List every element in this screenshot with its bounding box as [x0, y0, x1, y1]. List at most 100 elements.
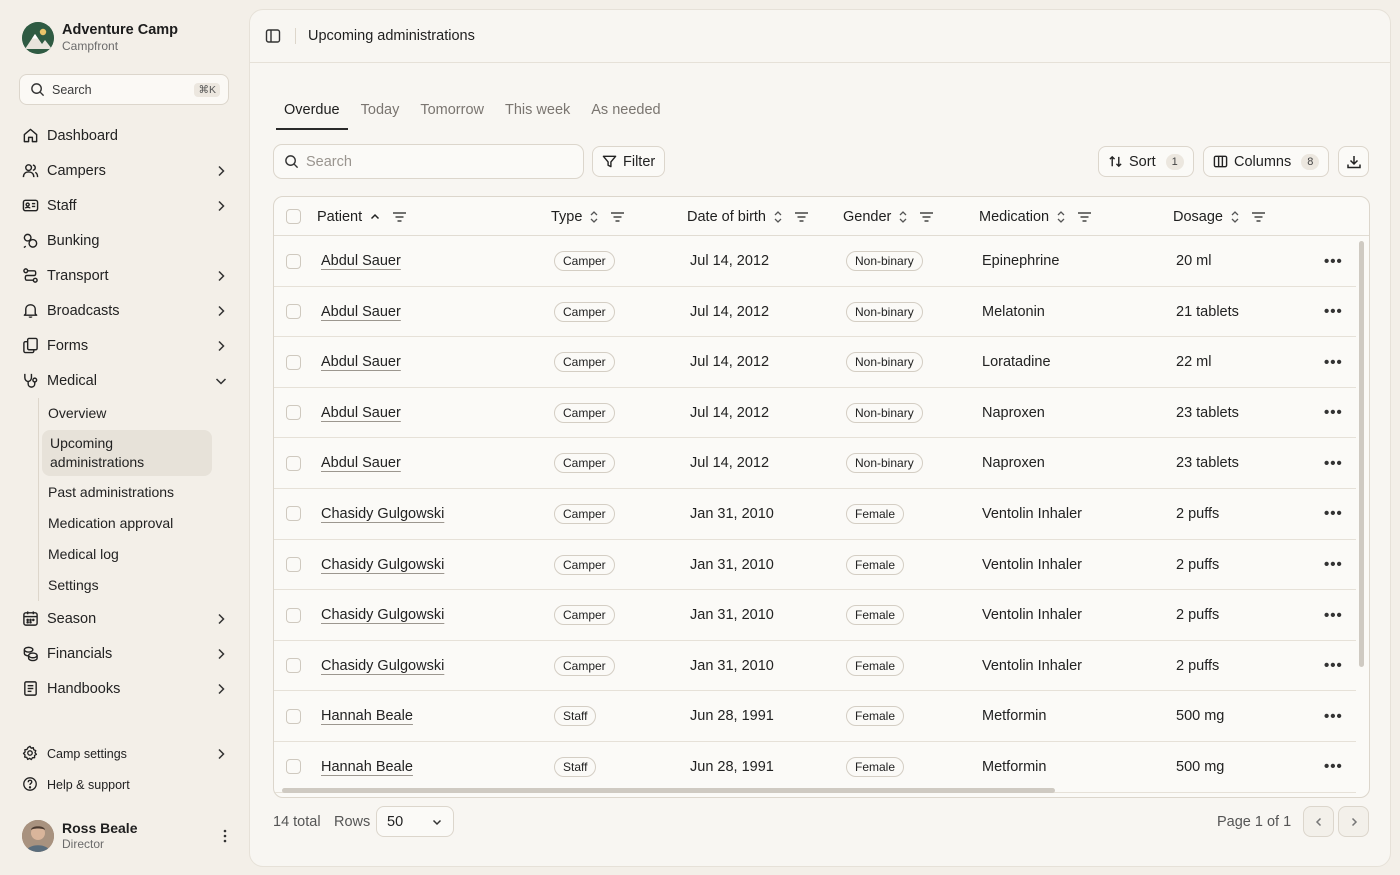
row-checkbox[interactable] [286, 253, 301, 269]
sidebar-item-season[interactable]: Season [22, 601, 232, 636]
row-checkbox[interactable] [286, 405, 301, 421]
sidebar-item-medical[interactable]: Medical [22, 363, 232, 398]
more-horizontal-icon[interactable]: ••• [1324, 556, 1343, 573]
tab-this-week[interactable]: This week [497, 102, 578, 130]
vertical-scrollbar[interactable] [1359, 241, 1364, 667]
row-checkbox[interactable] [286, 708, 301, 724]
sidebar-item-help-support[interactable]: Help & support [22, 769, 232, 800]
table-row[interactable]: Hannah Beale Staff Jun 28, 1991 Female Metfo… [274, 742, 1356, 793]
patient-name-link[interactable]: Abdul Sauer [321, 405, 401, 421]
column-header-type[interactable]: Type [551, 197, 625, 236]
row-checkbox[interactable] [286, 304, 301, 320]
column-filter-icon[interactable] [919, 211, 934, 223]
table-row[interactable]: Chasidy Gulgowski Camper Jan 31, 2010 Femal… [274, 590, 1356, 641]
sort-toggle-icon[interactable] [773, 210, 783, 224]
patient-name-link[interactable]: Chasidy Gulgowski [321, 607, 444, 623]
tab-as-needed[interactable]: As needed [583, 102, 668, 130]
sidebar-item-camp-settings[interactable]: Camp settings [22, 738, 232, 769]
more-horizontal-icon[interactable]: ••• [1324, 354, 1343, 371]
table-row[interactable]: Chasidy Gulgowski Camper Jan 31, 2010 Femal… [274, 540, 1356, 591]
sort-toggle-icon[interactable] [589, 210, 599, 224]
row-checkbox[interactable] [286, 607, 301, 623]
patient-name-link[interactable]: Chasidy Gulgowski [321, 506, 444, 522]
subnav-item-past-administrations[interactable]: Past administrations [40, 477, 232, 508]
subnav-item-medical-log[interactable]: Medical log [40, 539, 232, 570]
column-filter-icon[interactable] [1251, 211, 1266, 223]
row-checkbox[interactable] [286, 506, 301, 522]
next-page-button[interactable] [1338, 806, 1369, 837]
sort-button[interactable]: Sort 1 [1098, 146, 1194, 177]
row-checkbox[interactable] [286, 557, 301, 573]
column-header-date-of-birth[interactable]: Date of birth [687, 197, 809, 236]
sort-toggle-icon[interactable] [1056, 210, 1066, 224]
patient-name-link[interactable]: Abdul Sauer [321, 354, 401, 370]
brand[interactable]: Adventure Camp Campfront [22, 22, 178, 54]
more-vertical-icon[interactable] [218, 828, 232, 844]
table-row[interactable]: Chasidy Gulgowski Camper Jan 31, 2010 Femal… [274, 489, 1356, 540]
table-row[interactable]: Abdul Sauer Camper Jul 14, 2012 Non-binary N… [274, 438, 1356, 489]
more-horizontal-icon[interactable]: ••• [1324, 607, 1343, 624]
sidebar-search[interactable]: Search ⌘K [19, 74, 229, 105]
row-checkbox[interactable] [286, 354, 301, 370]
column-header-medication[interactable]: Medication [979, 197, 1092, 236]
patient-name-link[interactable]: Abdul Sauer [321, 455, 401, 471]
table-row[interactable]: Chasidy Gulgowski Camper Jan 31, 2010 Femal… [274, 641, 1356, 692]
sidebar-item-financials[interactable]: Financials [22, 636, 232, 671]
table-row[interactable]: Abdul Sauer Camper Jul 14, 2012 Non-binary N… [274, 388, 1356, 439]
columns-button[interactable]: Columns 8 [1203, 146, 1330, 177]
sidebar-item-transport[interactable]: Transport [22, 258, 232, 293]
tab-overdue[interactable]: Overdue [276, 102, 348, 130]
column-header-patient[interactable]: Patient [317, 197, 407, 236]
patient-name-link[interactable]: Chasidy Gulgowski [321, 557, 444, 573]
more-horizontal-icon[interactable]: ••• [1324, 303, 1343, 320]
sidebar-item-handbooks[interactable]: Handbooks [22, 671, 232, 706]
tab-today[interactable]: Today [353, 102, 408, 130]
column-filter-icon[interactable] [610, 211, 625, 223]
sidebar-item-forms[interactable]: Forms [22, 328, 232, 363]
rows-per-page-select[interactable]: 50 [376, 806, 454, 837]
more-horizontal-icon[interactable]: ••• [1324, 505, 1343, 522]
download-button[interactable] [1338, 146, 1369, 177]
subnav-item-upcoming-administrations[interactable]: Upcoming administrations [42, 430, 212, 476]
more-horizontal-icon[interactable]: ••• [1324, 657, 1343, 674]
patient-name-link[interactable]: Chasidy Gulgowski [321, 658, 444, 674]
table-row[interactable]: Abdul Sauer Camper Jul 14, 2012 Non-binary E… [274, 236, 1356, 287]
table-search[interactable] [273, 144, 584, 179]
subnav-item-medication-approval[interactable]: Medication approval [40, 508, 232, 539]
patient-name-link[interactable]: Hannah Beale [321, 708, 413, 724]
column-header-gender[interactable]: Gender [843, 197, 934, 236]
tab-tomorrow[interactable]: Tomorrow [412, 102, 492, 130]
column-filter-icon[interactable] [392, 211, 407, 223]
sidebar-item-campers[interactable]: Campers [22, 153, 232, 188]
filter-button[interactable]: Filter [592, 146, 666, 177]
select-all-checkbox[interactable] [286, 209, 301, 224]
patient-name-link[interactable]: Hannah Beale [321, 759, 413, 775]
column-filter-icon[interactable] [1077, 211, 1092, 223]
user-profile[interactable]: Ross Beale Director [22, 820, 232, 852]
sidebar-item-staff[interactable]: Staff [22, 188, 232, 223]
more-horizontal-icon[interactable]: ••• [1324, 758, 1343, 775]
patient-name-link[interactable]: Abdul Sauer [321, 253, 401, 269]
subnav-item-overview[interactable]: Overview [40, 398, 232, 429]
search-input[interactable] [306, 153, 566, 170]
column-filter-icon[interactable] [794, 211, 809, 223]
sort-ascending-icon[interactable] [369, 211, 381, 223]
column-header-dosage[interactable]: Dosage [1173, 197, 1266, 236]
more-horizontal-icon[interactable]: ••• [1324, 404, 1343, 421]
subnav-item-settings[interactable]: Settings [40, 570, 232, 601]
sidebar-toggle-icon[interactable] [265, 28, 281, 44]
row-checkbox[interactable] [286, 658, 301, 674]
table-row[interactable]: Abdul Sauer Camper Jul 14, 2012 Non-binary L… [274, 337, 1356, 388]
sort-toggle-icon[interactable] [898, 210, 908, 224]
table-row[interactable]: Abdul Sauer Camper Jul 14, 2012 Non-binary M… [274, 287, 1356, 338]
more-horizontal-icon[interactable]: ••• [1324, 455, 1343, 472]
sidebar-item-broadcasts[interactable]: Broadcasts [22, 293, 232, 328]
patient-name-link[interactable]: Abdul Sauer [321, 304, 401, 320]
more-horizontal-icon[interactable]: ••• [1324, 708, 1343, 725]
sidebar-item-dashboard[interactable]: Dashboard [22, 118, 232, 153]
sort-toggle-icon[interactable] [1230, 210, 1240, 224]
more-horizontal-icon[interactable]: ••• [1324, 253, 1343, 270]
row-checkbox[interactable] [286, 759, 301, 775]
sidebar-item-bunking[interactable]: Bunking [22, 223, 232, 258]
row-checkbox[interactable] [286, 455, 301, 471]
